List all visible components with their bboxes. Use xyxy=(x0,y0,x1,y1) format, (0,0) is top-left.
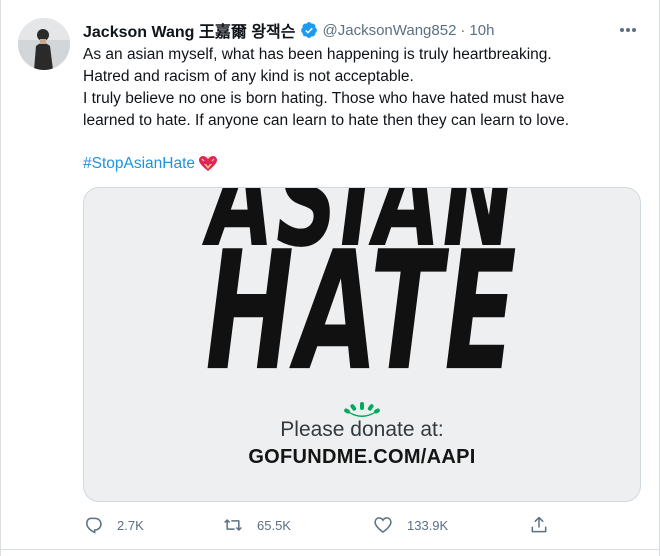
retweet-icon xyxy=(224,519,242,531)
tweet-line: Hatred and racism of any kind is not acc… xyxy=(83,68,414,85)
gofundme-logo-icon xyxy=(344,402,380,417)
retweet-button[interactable]: 65.5K xyxy=(223,514,291,536)
like-button[interactable]: 133.9K xyxy=(373,514,448,536)
heart-emoji-icon xyxy=(199,156,218,171)
tweet-line: As an asian myself, what has been happen… xyxy=(83,46,552,63)
avatar[interactable] xyxy=(18,18,70,70)
donate-url: GOFUNDME.COM/AAPI xyxy=(248,446,476,468)
tweet-text: As an asian myself, what has been happen… xyxy=(83,44,643,132)
image-headline-bottom: HATE xyxy=(205,216,519,407)
tweet-timestamp[interactable]: 10h xyxy=(469,22,494,39)
reply-count: 2.7K xyxy=(117,517,144,533)
divider-left xyxy=(0,0,1,556)
media-card[interactable]: ASIAN HATE Please donate at: GOFUNDME.CO… xyxy=(83,187,641,502)
author-name[interactable]: Jackson Wang 王嘉爾 왕잭슨 xyxy=(83,18,296,42)
share-icon xyxy=(531,516,547,533)
reply-button[interactable]: 2.7K xyxy=(83,514,144,536)
retweet-count: 65.5K xyxy=(257,517,291,533)
hashtag-link[interactable]: #StopAsianHate xyxy=(83,153,195,175)
share-button[interactable] xyxy=(529,514,549,536)
like-count: 133.9K xyxy=(407,517,449,533)
tweet-line: I truly believe no one is born hating. T… xyxy=(83,90,565,107)
verified-badge-icon xyxy=(300,22,317,38)
divider-bottom xyxy=(0,549,660,550)
donate-text: Please donate at: xyxy=(280,418,444,441)
header-separator: · xyxy=(460,21,466,39)
tweet-line: learned to hate. If anyone can learn to … xyxy=(83,112,570,129)
tweet-header: Jackson Wang 王嘉爾 왕잭슨 @JacksonWang852 · 1… xyxy=(83,18,494,42)
tweet: Jackson Wang 王嘉爾 왕잭슨 @JacksonWang852 · 1… xyxy=(0,0,660,556)
like-icon xyxy=(374,517,392,534)
more-options-icon[interactable] xyxy=(616,20,640,40)
reply-icon xyxy=(86,517,102,534)
tweet-actions: 2.7K 65.5K 133.9K xyxy=(83,514,553,536)
hashtag-line: #StopAsianHate xyxy=(83,153,218,175)
author-handle[interactable]: @JacksonWang852 xyxy=(323,22,457,39)
